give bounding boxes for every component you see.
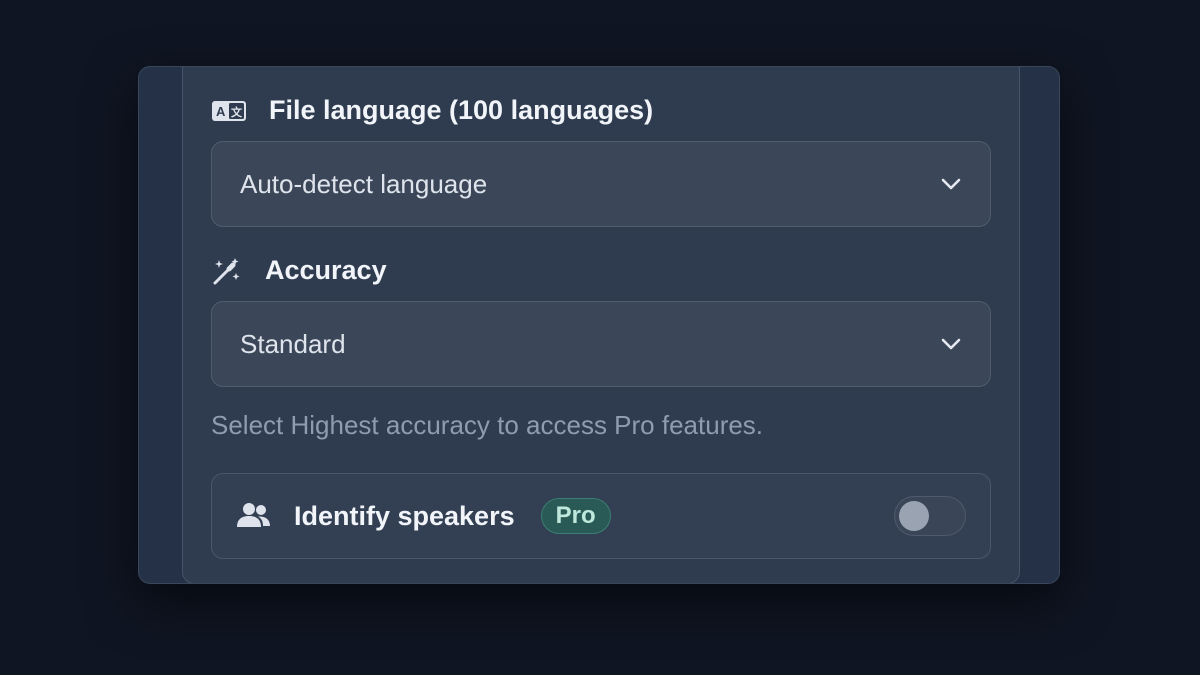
magic-wand-icon bbox=[211, 256, 247, 286]
pro-badge: Pro bbox=[540, 498, 611, 534]
toggle-knob bbox=[899, 501, 929, 531]
svg-text:A: A bbox=[216, 104, 226, 119]
svg-text:文: 文 bbox=[231, 105, 243, 119]
accuracy-label: Accuracy bbox=[265, 255, 387, 285]
file-language-value: Auto-detect language bbox=[240, 168, 488, 199]
file-language-label-row: A 文 File language (100 languages) bbox=[211, 95, 653, 126]
accuracy-value: Standard bbox=[240, 328, 346, 359]
accuracy-select[interactable]: Standard bbox=[211, 301, 991, 387]
identify-speakers-label: Identify speakers bbox=[294, 500, 515, 531]
accuracy-label-row: Accuracy bbox=[211, 255, 387, 286]
settings-panel: A 文 File language (100 languages) Auto-d… bbox=[182, 67, 1020, 583]
users-icon bbox=[236, 501, 272, 531]
identify-speakers-toggle[interactable] bbox=[894, 496, 966, 536]
pro-features-hint: Select Highest accuracy to access Pro fe… bbox=[211, 410, 764, 440]
chevron-down-icon bbox=[938, 331, 964, 357]
file-language-select[interactable]: Auto-detect language bbox=[211, 141, 991, 227]
settings-card: A 文 File language (100 languages) Auto-d… bbox=[138, 66, 1060, 584]
translate-icon: A 文 bbox=[211, 96, 247, 126]
identify-speakers-row: Identify speakers Pro bbox=[211, 473, 991, 559]
file-language-label: File language (100 languages) bbox=[269, 95, 654, 125]
chevron-down-icon bbox=[938, 171, 964, 197]
